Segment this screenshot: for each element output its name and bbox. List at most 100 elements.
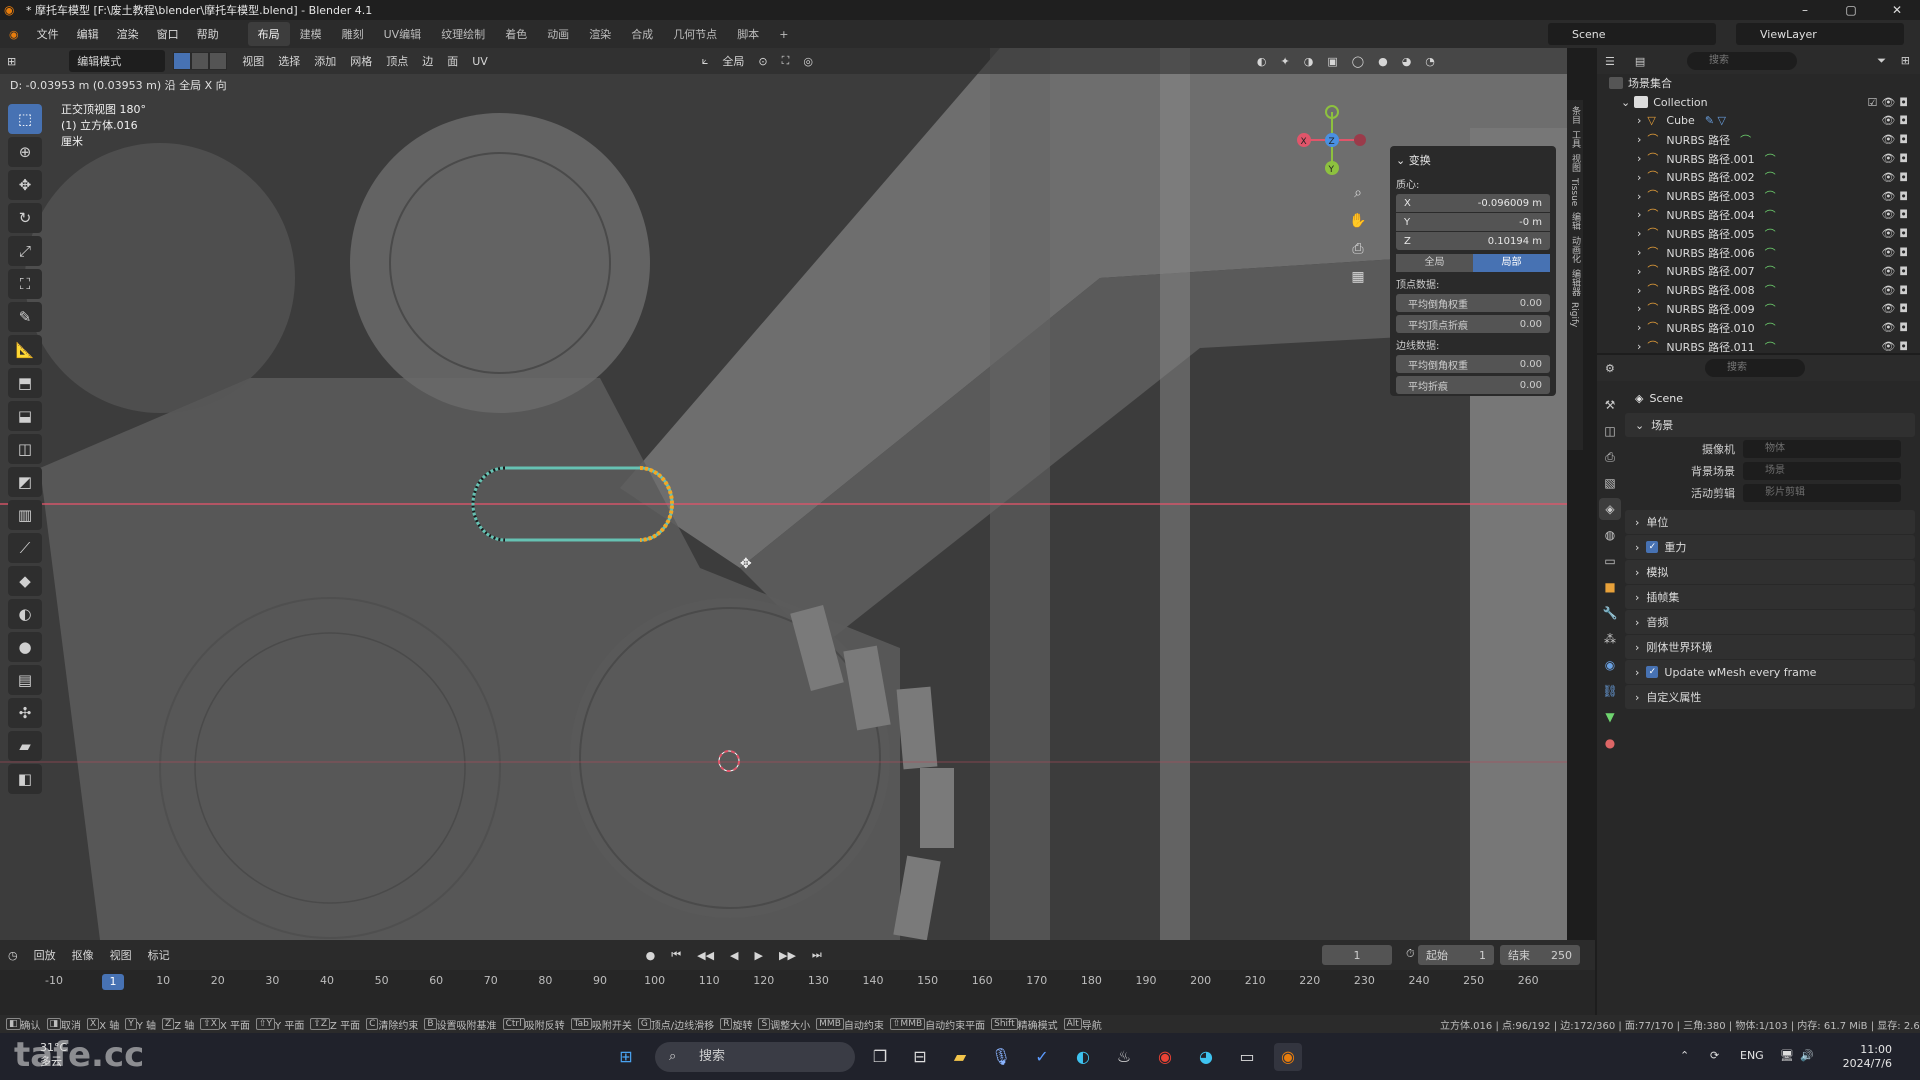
visibility-icons[interactable]: 👁◘	[1881, 171, 1912, 184]
file-explorer-icon[interactable]: ▰	[946, 1043, 974, 1071]
menu-edit[interactable]: 编辑	[68, 26, 108, 42]
menu-window[interactable]: 窗口	[148, 26, 188, 42]
chrome-icon[interactable]: ◉	[1151, 1043, 1179, 1071]
local-button[interactable]: 局部	[1473, 254, 1550, 272]
clock[interactable]: 11:00 2024/7/6	[1843, 1043, 1892, 1071]
expand-icon[interactable]: ›	[1637, 340, 1641, 353]
tab-shading[interactable]: 着色	[495, 22, 537, 46]
menu-timeline-view[interactable]: 视图	[102, 947, 140, 963]
expand-icon[interactable]: ›	[1637, 133, 1641, 146]
tab-compositing[interactable]: 合成	[621, 22, 663, 46]
extrude-icon[interactable]: ⬓	[8, 401, 42, 431]
section-custom-properties[interactable]: › 自定义属性	[1625, 685, 1915, 709]
outliner-editor-icon[interactable]: ☰	[1605, 55, 1615, 68]
outliner-item[interactable]: › ⌒ NURBS 路径.008 ⌒ 👁◘	[1597, 281, 1920, 300]
next-key-icon[interactable]: ▶▶	[771, 949, 804, 962]
timeline-editor-icon[interactable]: ◷	[0, 949, 26, 962]
visibility-icons[interactable]: 👁◘	[1881, 227, 1912, 240]
material-tab-icon[interactable]: ●	[1599, 732, 1621, 754]
menu-face[interactable]: 面	[440, 53, 465, 69]
frame-ruler[interactable]: -100102030405060708090100110120130140150…	[0, 970, 1595, 994]
expand-icon[interactable]: ›	[1637, 265, 1641, 278]
object-data-icon[interactable]: ⌒	[1765, 207, 1776, 223]
scale-icon[interactable]: ⤢	[8, 236, 42, 266]
display-mode-icon[interactable]: ▤	[1635, 55, 1645, 68]
pan-hand-icon[interactable]: ✋	[1345, 208, 1371, 234]
menu-playback[interactable]: 回放	[26, 947, 64, 963]
current-frame-field[interactable]: 1	[1322, 945, 1392, 965]
start-frame-field[interactable]: 起始 1	[1418, 945, 1494, 965]
tab-layout[interactable]: 布局	[247, 22, 290, 46]
physics-tab-icon[interactable]: ◉	[1599, 654, 1621, 676]
section-audio[interactable]: › 音频	[1625, 610, 1915, 634]
global-button[interactable]: 全局	[1396, 254, 1473, 272]
menu-add[interactable]: 添加	[307, 53, 343, 69]
bevel-icon[interactable]: ◩	[8, 467, 42, 497]
menu-edge[interactable]: 边	[415, 53, 440, 69]
solid-shading-icon[interactable]: ●	[1371, 55, 1395, 68]
spin-icon[interactable]: ◐	[8, 599, 42, 629]
tab-tissue[interactable]: Tissue	[1569, 178, 1579, 206]
knife-icon[interactable]: ⟋	[8, 533, 42, 563]
end-frame-field[interactable]: 结束 250	[1500, 945, 1580, 965]
network-icon[interactable]: 🖥	[1780, 1049, 1794, 1062]
rip-icon[interactable]: ◧	[8, 764, 42, 794]
section-scene[interactable]: ⌄ 场景	[1625, 413, 1915, 437]
visibility-icons[interactable]: 👁◘	[1881, 208, 1912, 221]
active-clip-field[interactable]: 影片剪辑	[1743, 484, 1901, 502]
rotate-icon[interactable]: ↻	[8, 203, 42, 233]
cursor-icon[interactable]: ⊕	[8, 137, 42, 167]
background-scene-field[interactable]: 场景	[1743, 462, 1901, 480]
expand-icon[interactable]: ›	[1637, 321, 1641, 334]
outliner-item[interactable]: › ⌒ NURBS 路径.002 ⌒ 👁◘	[1597, 168, 1920, 187]
blender-taskbar-icon[interactable]: ◉	[1274, 1043, 1302, 1071]
tab-uv-editing[interactable]: UV编辑	[374, 22, 432, 46]
expand-icon[interactable]: ›	[1637, 284, 1641, 297]
proportional-edit-icon[interactable]: ◎	[796, 55, 820, 68]
outliner-item[interactable]: › ⌒ NURBS 路径.001 ⌒ 👁◘	[1597, 149, 1920, 168]
maximize-button[interactable]: ▢	[1828, 0, 1874, 20]
tab-item[interactable]: 条目	[1569, 106, 1582, 124]
view-layer-selector[interactable]: ViewLayer	[1736, 23, 1904, 45]
menu-select[interactable]: 选择	[271, 53, 307, 69]
tab-geometry-nodes[interactable]: 几何节点	[663, 22, 727, 46]
expand-icon[interactable]: ›	[1637, 208, 1641, 221]
mode-selector[interactable]: 编辑模式	[69, 50, 166, 72]
object-data-icon[interactable]: ⌒	[1765, 151, 1776, 167]
scene-tab-icon[interactable]: ◈	[1599, 498, 1621, 520]
measure-icon[interactable]: 📐	[8, 335, 42, 365]
shrink-fatten-icon[interactable]: ✣	[8, 698, 42, 728]
blender-menu-icon[interactable]: ◉	[0, 28, 28, 41]
shear-icon[interactable]: ▰	[8, 731, 42, 761]
select-box-icon[interactable]: ⬚	[8, 104, 42, 134]
section-gravity[interactable]: › ✓ 重力	[1625, 535, 1915, 559]
visibility-icons[interactable]: 👁◘	[1881, 114, 1912, 127]
menu-file[interactable]: 文件	[28, 26, 68, 42]
expand-icon[interactable]: ›	[1637, 246, 1641, 259]
prev-key-icon[interactable]: ◀◀	[689, 949, 722, 962]
loop-cut-icon[interactable]: ▥	[8, 500, 42, 530]
object-data-icon[interactable]: ⌒	[1765, 282, 1776, 298]
object-data-icon[interactable]: ⌒	[1765, 245, 1776, 261]
input-language[interactable]: ENG	[1740, 1049, 1764, 1062]
add-cube-icon[interactable]: ⬒	[8, 368, 42, 398]
transform-orientation[interactable]: 全局	[715, 53, 751, 69]
store-icon[interactable]: ⊟	[906, 1043, 934, 1071]
particles-tab-icon[interactable]: ⁂	[1599, 628, 1621, 650]
visibility-icons[interactable]: 👁◘	[1881, 284, 1912, 297]
tray-expand-icon[interactable]: ⌃	[1680, 1049, 1689, 1062]
outliner-item[interactable]: › ⌒ NURBS 路径.004 ⌒ 👁◘	[1597, 206, 1920, 225]
outliner-search-input[interactable]: 搜索	[1687, 52, 1797, 70]
inset-icon[interactable]: ◫	[8, 434, 42, 464]
panel-header[interactable]: ⌄ 变换	[1396, 152, 1550, 168]
expand-icon[interactable]: ›	[1637, 114, 1641, 127]
terminal-icon[interactable]: ▭	[1233, 1043, 1261, 1071]
tab-rendering[interactable]: 渲染	[579, 22, 621, 46]
outliner-item[interactable]: › ⌒ NURBS 路径.005 ⌒ 👁◘	[1597, 224, 1920, 243]
vertex-crease-field[interactable]: 平均顶点折痕 0.00	[1396, 315, 1550, 333]
median-x-field[interactable]: X -0.096009 m	[1396, 194, 1550, 212]
tab-rigify[interactable]: Rigify	[1569, 302, 1579, 327]
edge-slide-icon[interactable]: ▤	[8, 665, 42, 695]
visibility-icons[interactable]: ☑👁◘	[1867, 96, 1912, 109]
filter-icon[interactable]: ⏷	[1877, 54, 1886, 68]
